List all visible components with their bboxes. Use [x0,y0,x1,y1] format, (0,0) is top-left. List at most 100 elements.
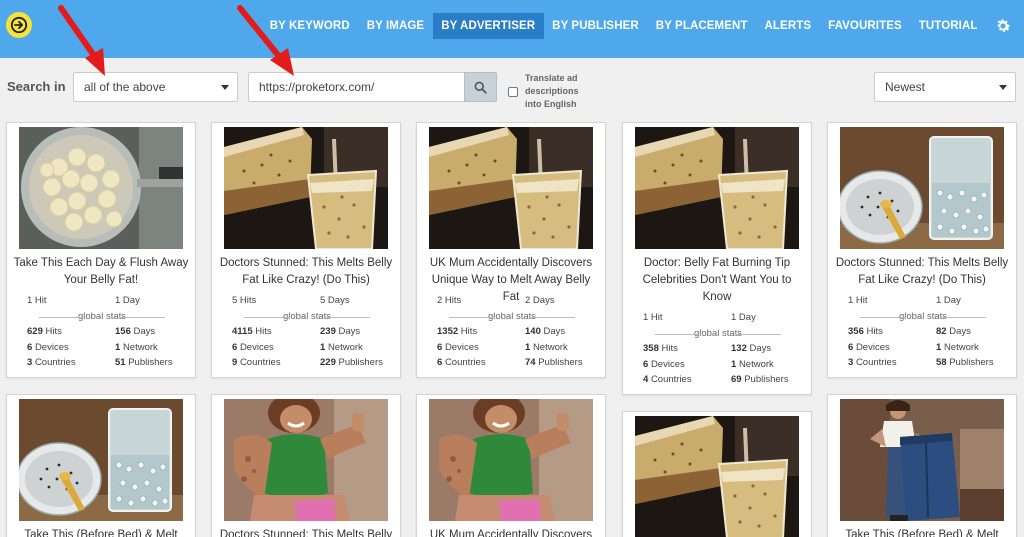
ad-card[interactable]: Doctor: Belly Fat Burning Tip Celebritie… [622,122,812,395]
ad-days: 1 Day [731,312,756,323]
devices-label: Devices [444,341,479,353]
ad-card[interactable]: Doctors Stunned: This Melts Belly Fat Li… [827,122,1017,378]
ad-card[interactable]: UK Mum Accidentally Discovers [416,394,606,537]
publishers-value: 229 [320,357,336,368]
nav-alerts[interactable]: ALERTS [756,13,820,39]
ad-thumbnail[interactable] [429,127,593,249]
global-stats-label: global stats [433,309,591,325]
ad-card[interactable]: Take This Each Day & Flush Away Your Bel… [6,122,196,378]
search-scope-value: all of the above [84,80,166,94]
ad-title[interactable]: Doctors Stunned: This Melts Belly Fat Li… [834,255,1010,289]
ad-card[interactable] [622,411,812,537]
ad-title[interactable]: UK Mum Accidentally Discovers [423,527,599,537]
ad-thumbnail[interactable] [224,399,388,521]
ad-thumbnail[interactable] [635,127,799,249]
nav-favourites[interactable]: FAVOURITES [820,13,911,39]
countries-label: Countries [650,374,692,385]
global-hits-label: Hits [255,326,272,337]
global-days-value: 156 [115,326,131,337]
publishers-label: Publishers [338,357,383,368]
ad-card[interactable]: Doctors Stunned: This Melts Belly Fat Li… [211,122,401,378]
publishers-label: Publishers [538,357,583,368]
global-days-value: 239 [320,326,336,337]
devices-label: Devices [239,341,274,353]
ad-thumbnail[interactable] [19,399,183,521]
countries-value: 3 [27,357,33,368]
nav-by-placement[interactable]: BY PLACEMENT [647,13,756,39]
ad-hits: 1 Hit [643,312,663,323]
ad-title[interactable]: Take This Each Day & Flush Away Your Bel… [13,255,189,289]
nav-by-advertiser[interactable]: BY ADVERTISER [432,13,544,39]
ad-thumbnail[interactable] [224,127,388,249]
ad-thumbnail[interactable] [840,399,1004,521]
ad-card[interactable]: Take This (Before Bed) & Melt Your [827,394,1017,537]
countries-label: Countries [855,357,897,368]
countries-value: 3 [848,357,854,368]
global-hits-label: Hits [866,326,883,337]
gear-icon[interactable] [992,15,1014,37]
search-button[interactable] [464,72,497,102]
search-icon [474,81,487,94]
nav-by-publisher[interactable]: BY PUBLISHER [544,13,648,39]
nav-tutorial[interactable]: TUTORIAL [910,13,986,39]
sort-select[interactable]: Newest [874,72,1016,102]
ad-stats: 5 Hits 5 Days global stats 4115 Hits 239 D… [228,293,386,371]
global-days-value: 132 [731,343,747,354]
logo-icon[interactable] [6,12,32,38]
ad-stats: 2 Hits 2 Days global stats 1352 Hits 140 D… [433,293,591,371]
ad-stats: 1 Hit 1 Day global stats 629 Hits 156 Days… [23,293,181,371]
global-hits-label: Hits [45,326,62,337]
ad-thumbnail[interactable] [429,399,593,521]
global-days-value: 82 [936,326,947,337]
devices-label: Devices [650,358,685,370]
global-hits-value: 356 [848,326,864,337]
ad-thumbnail[interactable] [840,127,1004,249]
ad-card[interactable]: UK Mum Accidentally Discovers Unique Way… [416,122,606,378]
search-in-label: Search in [7,79,66,94]
search-scope-select[interactable]: all of the above [73,72,238,102]
global-hits-label: Hits [460,326,478,337]
devices-value: 6 [848,341,854,353]
global-hits-value: 358 [643,343,659,354]
publishers-value: 51 [115,357,126,368]
advertiser-url-input[interactable]: https://proketorx.com/ [248,72,464,102]
ad-thumbnail[interactable] [19,127,183,249]
ad-title[interactable]: Take This (Before Bed) & Melt Your [13,527,189,537]
ad-hits: 1 Hit [848,295,868,306]
ad-days: 5 Days [320,295,350,306]
network-value: 1 [320,341,326,353]
devices-label: Devices [855,341,890,353]
countries-value: 9 [232,357,238,368]
ad-title[interactable]: Take This (Before Bed) & Melt Your [834,527,1010,537]
ad-days: 2 Days [525,295,555,306]
global-days-label: Days [949,326,971,337]
ad-card[interactable]: Doctors Stunned: This Melts Belly [211,394,401,537]
ad-card[interactable]: Take This (Before Bed) & Melt Your [6,394,196,537]
global-stats-label: global stats [844,309,1002,325]
global-stats-label: global stats [639,326,797,342]
translate-label: Translate ad descriptions into English [525,73,579,109]
ad-title[interactable]: Doctors Stunned: This Melts Belly [218,527,394,537]
ad-title[interactable]: Doctor: Belly Fat Burning Tip Celebritie… [629,255,805,306]
global-stats-label: global stats [228,309,386,325]
devices-value: 6 [27,341,33,353]
countries-value: 4 [643,374,649,385]
ad-title[interactable]: Doctors Stunned: This Melts Belly Fat Li… [218,255,394,289]
publishers-label: Publishers [949,357,994,368]
caret-down-icon [999,85,1007,90]
global-stats-label: global stats [23,309,181,325]
ad-hits: 5 Hits [232,295,257,306]
translate-checkbox[interactable] [508,87,518,97]
countries-label: Countries [34,357,76,368]
devices-value: 6 [232,341,238,353]
countries-label: Countries [444,357,486,368]
network-label: Network [943,341,979,353]
ad-hits: 1 Hit [27,295,47,306]
ad-thumbnail[interactable] [635,416,799,537]
nav-by-image[interactable]: BY IMAGE [358,13,432,39]
nav-by-keyword[interactable]: BY KEYWORD [261,13,358,39]
publishers-label: Publishers [744,374,789,385]
sort-value: Newest [885,80,926,94]
ad-days: 1 Day [115,295,140,306]
ad-stats: 1 Hit 1 Day global stats 358 Hits 132 Days… [639,310,797,388]
